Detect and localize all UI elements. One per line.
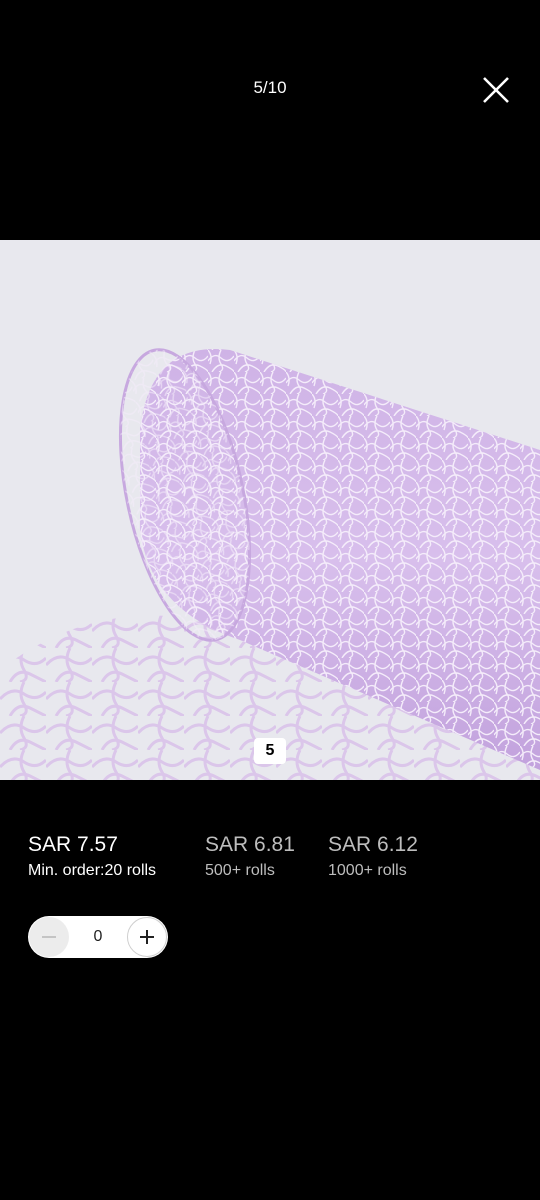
price-tier: SAR 7.57 Min. order:20 rolls: [28, 832, 156, 882]
tier-price: SAR 7.57: [28, 833, 118, 856]
minus-icon: [42, 936, 56, 938]
image-counter: 5/10: [253, 78, 287, 97]
price-tier: SAR 6.81 500+ rolls: [205, 832, 295, 882]
product-image[interactable]: [0, 240, 540, 780]
tier-quantity: 500+ rolls: [205, 862, 275, 879]
close-icon: [483, 77, 509, 103]
tier-quantity: Min. order:20 rolls: [28, 862, 157, 879]
price-tier: SAR 6.12 1000+ rolls: [328, 832, 418, 882]
tier-price: SAR 6.81: [205, 833, 295, 856]
image-index-badge: 5: [254, 738, 286, 764]
increase-quantity-button[interactable]: [127, 917, 167, 957]
quantity-stepper: 0: [28, 916, 168, 958]
quantity-value[interactable]: 0: [73, 916, 123, 958]
plus-icon: [140, 930, 154, 944]
tier-price: SAR 6.12: [328, 833, 418, 856]
mesh-roll-illustration: [0, 240, 540, 780]
close-button[interactable]: [478, 72, 514, 108]
tier-quantity: 1000+ rolls: [328, 862, 407, 879]
decrease-quantity-button[interactable]: [29, 917, 69, 957]
